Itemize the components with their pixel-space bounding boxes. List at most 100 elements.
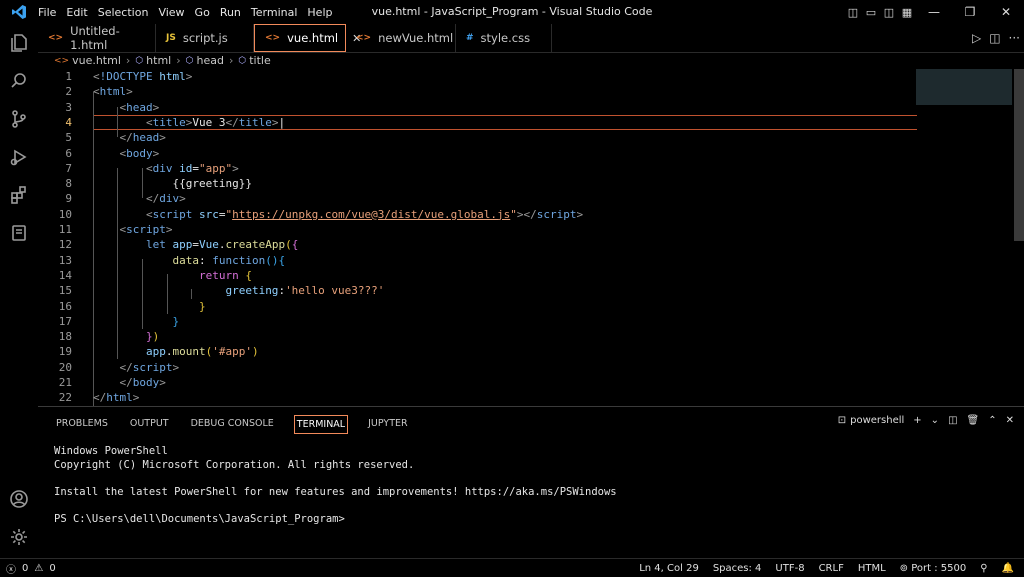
maximize-panel-icon[interactable]: ⌃ — [988, 415, 996, 426]
code-line-20: </script> — [119, 360, 180, 374]
breadcrumb-title[interactable]: title — [249, 54, 271, 67]
terminal-output[interactable]: Windows PowerShell Copyright (C) Microsof… — [54, 445, 617, 527]
restore-button[interactable]: ❐ — [952, 0, 988, 24]
chevron-right-icon: › — [176, 54, 181, 67]
warning-icon[interactable]: ⚠ — [34, 563, 43, 574]
tab-newvue-html[interactable]: <> newVue.html — [346, 24, 456, 52]
error-count[interactable]: 0 — [22, 563, 28, 574]
minimap[interactable] — [916, 69, 1012, 105]
code-line-14: return { — [198, 268, 252, 282]
split-editor-icon[interactable]: ◫ — [989, 31, 1000, 45]
breadcrumb-file[interactable]: vue.html — [72, 54, 121, 67]
chevron-right-icon: › — [228, 54, 234, 67]
language-mode[interactable]: HTML — [858, 563, 886, 574]
run-debug-icon[interactable] — [0, 138, 38, 176]
code-line-16: } — [198, 299, 206, 313]
explorer-icon[interactable] — [0, 24, 38, 62]
line-number: 10 — [58, 207, 72, 221]
indentation[interactable]: Spaces: 4 — [713, 563, 762, 574]
line-number: 9 — [65, 192, 72, 206]
breadcrumb-html[interactable]: html — [146, 54, 171, 67]
toggle-primary-sidebar-icon[interactable]: ◫ — [844, 0, 862, 24]
code-line-19: app.mount('#app') — [145, 345, 259, 359]
html-file-icon: <> — [54, 55, 70, 66]
menu-edit[interactable]: Edit — [66, 6, 95, 19]
html-file-icon: <> — [356, 33, 372, 43]
error-icon[interactable]: ⓧ — [6, 561, 16, 576]
tab-label: script.js — [182, 31, 228, 45]
tab-jupyter[interactable]: JUPYTER — [366, 415, 409, 434]
warning-count[interactable]: 0 — [49, 563, 55, 574]
manage-gear-icon[interactable] — [0, 518, 38, 556]
tab-label: style.css — [480, 31, 531, 45]
title-bar: File Edit Selection View Go Run Terminal… — [0, 0, 1024, 24]
tab-label: newVue.html — [378, 31, 454, 45]
code-line-12: let app=Vue.createApp({ — [145, 238, 299, 252]
tab-problems[interactable]: PROBLEMS — [54, 415, 110, 434]
line-number: 4 — [65, 115, 72, 129]
menu-go[interactable]: Go — [195, 6, 218, 19]
remote-explorer-icon[interactable] — [0, 214, 38, 252]
line-number: 20 — [58, 360, 72, 374]
broadcast-icon: ⊚ — [899, 562, 912, 574]
tab-vue-html[interactable]: <> vue.html ✕ — [254, 24, 361, 52]
live-server-port[interactable]: ⊚ Port : 5500 — [900, 563, 967, 574]
line-number: 16 — [58, 299, 72, 313]
code-line-13: data: function(){ — [172, 253, 286, 267]
terminal-shell-selector[interactable]: ⊡ powershell — [838, 415, 905, 426]
chevron-down-icon[interactable]: ⌄ — [931, 415, 939, 426]
split-terminal-icon[interactable]: ◫ — [948, 415, 957, 426]
run-file-icon[interactable]: ▷ — [972, 31, 981, 45]
line-number: 2 — [65, 85, 72, 99]
accounts-icon[interactable] — [0, 480, 38, 518]
minimize-button[interactable]: — — [916, 0, 952, 24]
trash-icon[interactable]: 🗑 — [967, 415, 980, 426]
tab-output[interactable]: OUTPUT — [128, 415, 171, 434]
line-number: 18 — [58, 330, 72, 344]
editor-scrollbar[interactable] — [1014, 69, 1024, 241]
close-panel-icon[interactable]: ✕ — [1006, 415, 1014, 426]
line-number: 1 — [65, 70, 72, 83]
search-icon[interactable] — [0, 62, 38, 100]
terminal-prompt: PS C:\Users\dell\Documents\JavaScript_Pr… — [54, 512, 345, 525]
encoding[interactable]: UTF-8 — [775, 563, 804, 574]
menu-help[interactable]: Help — [307, 6, 340, 19]
close-window-button[interactable]: ✕ — [988, 0, 1024, 24]
notifications-bell-icon[interactable]: 🔔 — [1002, 563, 1014, 574]
line-number: 5 — [65, 131, 72, 145]
menu-run[interactable]: Run — [220, 6, 249, 19]
customize-layout-icon[interactable]: ▦ — [898, 0, 916, 24]
tab-script-js[interactable]: JS script.js — [156, 24, 254, 52]
tab-label: Untitled-1.html — [70, 24, 120, 52]
new-terminal-icon[interactable]: + — [913, 415, 921, 426]
breadcrumb-head[interactable]: head — [197, 54, 224, 67]
breadcrumb: <> vue.html › ⬡ html › ⬡ head › ⬡ title — [38, 52, 1024, 69]
menu-terminal[interactable]: Terminal — [251, 6, 306, 19]
tab-terminal[interactable]: TERMINAL — [293, 415, 349, 434]
terminal-line: Install the latest PowerShell for new fe… — [54, 485, 617, 498]
cursor-position[interactable]: Ln 4, Col 29 — [639, 563, 699, 574]
menu-file[interactable]: File — [38, 6, 64, 19]
code-editor[interactable]: 1 <!DOCTYPE html> 2 <html> 3 <head> 4 <tit… — [38, 69, 1024, 406]
element-icon: ⬡ — [135, 55, 144, 66]
line-number: 3 — [65, 100, 72, 114]
more-actions-icon[interactable]: ··· — [1009, 31, 1020, 45]
code-line-1: <!DOCTYPE html> — [93, 70, 193, 83]
line-number: 17 — [58, 314, 72, 328]
tab-style-css[interactable]: # style.css — [456, 24, 552, 52]
menu-selection[interactable]: Selection — [98, 6, 157, 19]
menu-view[interactable]: View — [158, 6, 192, 19]
toggle-panel-icon[interactable]: ▭ — [862, 0, 880, 24]
extensions-icon[interactable] — [0, 176, 38, 214]
tab-debug-console[interactable]: DEBUG CONSOLE — [189, 415, 276, 434]
end-of-line[interactable]: CRLF — [819, 563, 844, 574]
tab-untitled-1[interactable]: <> Untitled-1.html — [38, 24, 156, 52]
source-control-icon[interactable] — [0, 100, 38, 138]
vscode-logo-icon — [0, 0, 38, 24]
line-number: 13 — [58, 253, 72, 267]
code-line-7: <div id="app"> — [145, 161, 239, 175]
feedback-icon[interactable]: ⚲ — [980, 563, 987, 574]
line-number: 7 — [65, 161, 72, 175]
toggle-secondary-sidebar-icon[interactable]: ◫ — [880, 0, 898, 24]
